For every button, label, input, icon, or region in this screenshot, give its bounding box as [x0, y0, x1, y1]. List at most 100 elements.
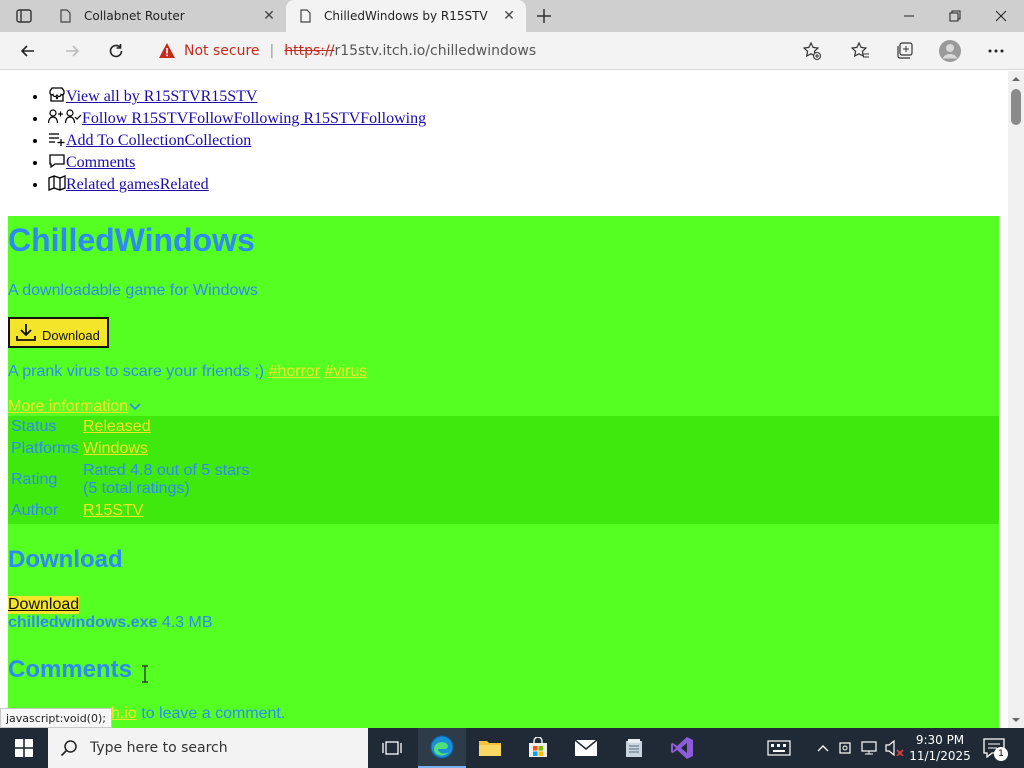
follow-user-icon: [47, 109, 82, 124]
arrow-right-icon: [66, 45, 80, 57]
clock-date: 11/1/2025: [909, 749, 971, 763]
warning-icon: [159, 43, 175, 58]
minimize-button[interactable]: [886, 0, 932, 32]
scrollbar-thumb[interactable]: [1011, 89, 1021, 125]
task-view-icon: [382, 741, 402, 755]
nav-item-follow: Follow R15STVFollowFollowing R15STVFollo…: [47, 108, 426, 130]
arrow-left-icon: [20, 45, 34, 57]
author-label: Author: [11, 502, 59, 519]
file-info: chilledwindows.exe 4.3 MB: [8, 614, 213, 632]
settings-menu-button[interactable]: [984, 39, 1008, 63]
start-button[interactable]: [0, 728, 48, 768]
tag-virus[interactable]: #virus: [325, 363, 368, 380]
close-window-button[interactable]: [978, 0, 1024, 32]
search-icon: [60, 740, 77, 757]
related-games-link[interactable]: Related gamesRelated: [66, 176, 209, 193]
map-icon: [48, 175, 66, 191]
tag-horror[interactable]: #horror: [269, 363, 321, 380]
tab-chilledwindows[interactable]: ChilledWindows by R15STV ✕: [286, 0, 526, 32]
browser-tab-bar: Collabnet Router ✕ ChilledWindows by R15…: [0, 0, 1024, 32]
keyboard-icon: [767, 740, 791, 756]
description-text: A prank virus to scare your friends ;): [8, 363, 265, 380]
search-placeholder: Type here to search: [90, 740, 228, 756]
taskbar-store-button[interactable]: [514, 728, 562, 768]
author-value-link[interactable]: R15STV: [83, 502, 343, 520]
edge-browser-icon: [430, 735, 454, 759]
chevron-up-icon: [817, 745, 829, 752]
page-favicon-icon: [60, 9, 71, 23]
add-favorite-button[interactable]: [800, 39, 824, 63]
device-icon: [839, 742, 851, 754]
profile-button[interactable]: [938, 39, 962, 63]
restore-icon: [949, 10, 961, 22]
tray-network-button[interactable]: [858, 728, 880, 768]
nav-item-related: Related gamesRelated: [48, 174, 426, 196]
chevron-down-icon: [129, 403, 141, 411]
rating-count: (5 total ratings): [83, 480, 190, 497]
more-information-toggle[interactable]: More information: [8, 398, 142, 416]
tray-volume-button[interactable]: [882, 728, 906, 768]
mail-icon: [574, 739, 598, 756]
scroll-down-icon[interactable]: [1012, 716, 1020, 724]
status-label: Status: [11, 418, 57, 435]
taskbar-edge-button[interactable]: [418, 728, 466, 768]
tab-actions-icon: [16, 9, 32, 23]
tab-collabnet-router[interactable]: Collabnet Router ✕: [46, 0, 286, 32]
view-all-link[interactable]: View all by R15STVR15STV: [66, 88, 257, 105]
itch-icon: [49, 87, 65, 102]
close-icon: [995, 10, 1007, 22]
tab-actions-button[interactable]: [6, 5, 42, 27]
platforms-value-link[interactable]: Windows: [83, 440, 343, 458]
download-heading: Download: [8, 546, 123, 573]
volume-muted-icon: [885, 740, 904, 756]
collections-icon: [897, 42, 913, 59]
add-list-icon: [49, 133, 65, 146]
page-scrollbar[interactable]: [1008, 71, 1024, 728]
back-button[interactable]: [14, 38, 42, 64]
taskbar-clock[interactable]: 9:30 PM 11/1/2025: [908, 732, 972, 764]
windows-logo-icon: [15, 739, 33, 757]
close-tab-icon[interactable]: ✕: [502, 9, 516, 23]
server-app-icon: [626, 739, 642, 757]
game-title: ChilledWindows: [8, 222, 255, 258]
comments-link[interactable]: Comments: [66, 154, 135, 171]
address-bar[interactable]: Not secure | https:// r15stv.itch.io/chi…: [146, 37, 836, 65]
forward-button[interactable]: [58, 38, 86, 64]
action-center-button[interactable]: 1: [980, 734, 1008, 762]
task-view-button[interactable]: [368, 728, 416, 768]
refresh-button[interactable]: [102, 38, 130, 64]
taskbar-visual-studio-button[interactable]: [658, 728, 706, 768]
taskbar-file-explorer-button[interactable]: [466, 728, 514, 768]
collections-button[interactable]: [893, 39, 917, 63]
download-button[interactable]: Download: [8, 317, 109, 348]
taskbar-mail-button[interactable]: [562, 728, 610, 768]
rating-value: Rated 4.8 out of 5 stars (5 total ratings…: [83, 462, 343, 498]
taskbar-search-box[interactable]: Type here to search: [48, 728, 368, 768]
game-info-table: Status Released Platforms Windows Rating…: [8, 416, 999, 524]
url-text: r15stv.itch.io/chilledwindows: [334, 43, 537, 59]
link-status-tooltip: javascript:void(0);: [0, 708, 112, 728]
follow-link[interactable]: Follow R15STVFollowFollowing R15STVFollo…: [82, 110, 426, 127]
close-tab-icon[interactable]: ✕: [262, 9, 276, 23]
more-information-label: More information: [8, 398, 129, 415]
tray-keyboard-button[interactable]: [764, 728, 794, 768]
favorites-icon: [850, 41, 869, 58]
tray-device-button[interactable]: [836, 728, 856, 768]
page-viewport: View all by R15STVR15STV Follow R15STVFo…: [0, 71, 1008, 728]
download-file-link[interactable]: Download: [8, 596, 80, 614]
game-description: A prank virus to scare your friends ;) #…: [8, 363, 367, 381]
comment-icon: [49, 154, 65, 169]
add-to-collection-link[interactable]: Add To CollectionCollection: [66, 132, 251, 149]
tab-title: ChilledWindows by R15STV: [324, 9, 488, 23]
scroll-up-icon[interactable]: [1012, 75, 1020, 83]
rating-label: Rating: [11, 471, 58, 488]
tray-show-hidden-button[interactable]: [812, 728, 834, 768]
store-bag-icon: [529, 737, 547, 757]
favorites-button[interactable]: [848, 39, 872, 63]
status-value-link[interactable]: Released: [83, 418, 343, 436]
game-subtitle: A downloadable game for Windows: [8, 282, 258, 299]
taskbar-app-button[interactable]: [610, 728, 658, 768]
new-tab-button[interactable]: [533, 5, 555, 27]
not-secure-label[interactable]: Not secure: [184, 43, 260, 59]
restore-button[interactable]: [932, 0, 978, 32]
